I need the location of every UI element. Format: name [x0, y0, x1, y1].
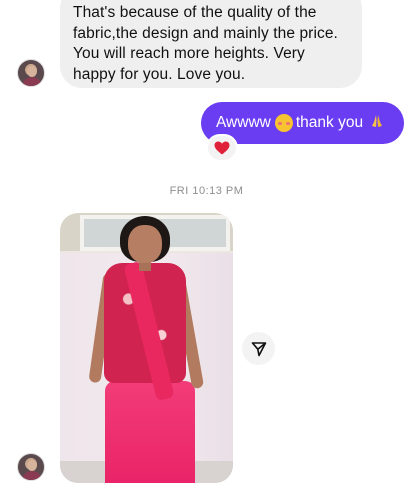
message-line: That's because of the quality of the — [73, 4, 317, 21]
message-line: happy for you. Love you. — [73, 65, 246, 83]
message-line: You will reach more heights. Very — [73, 45, 305, 62]
red-heart-icon — [214, 141, 230, 155]
outgoing-text-part: Awwww — [216, 114, 271, 131]
photo-subject-face — [128, 225, 162, 263]
incoming-message-bubble[interactable]: That's because of the quality of the fab… — [60, 0, 362, 88]
avatar-body — [22, 77, 42, 86]
outgoing-text-part: thank you — [295, 114, 364, 131]
paper-plane-icon — [251, 341, 266, 356]
reaction-badge[interactable] — [206, 134, 238, 162]
photo-attachment[interactable] — [60, 213, 233, 483]
sender-avatar[interactable] — [17, 453, 45, 481]
smiling-face-with-hearts-icon — [274, 114, 293, 132]
sender-avatar[interactable] — [17, 59, 45, 87]
folded-hands-icon — [369, 113, 385, 133]
message-line: fabric,the design and mainly the price. — [73, 24, 338, 42]
message-timestamp: FRI 10:13 PM — [169, 185, 244, 197]
avatar-body — [22, 471, 42, 480]
avatar-face — [27, 460, 37, 471]
share-button[interactable] — [242, 332, 275, 365]
photo-subject-skirt — [105, 381, 195, 483]
avatar-face — [27, 66, 37, 77]
